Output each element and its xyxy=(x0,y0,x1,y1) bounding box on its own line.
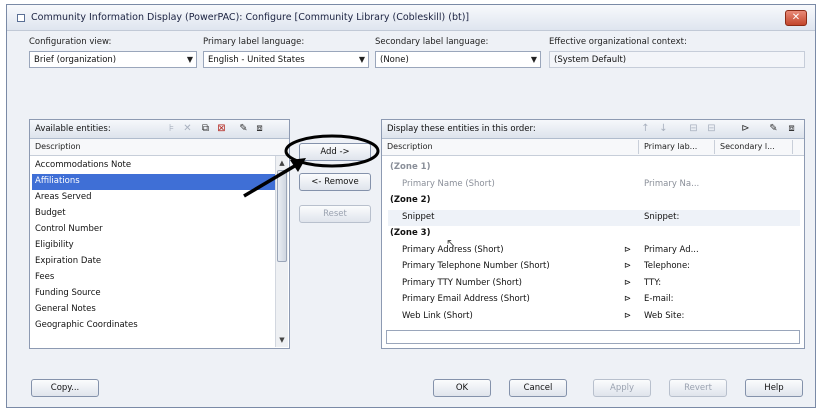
annotation-overlay xyxy=(243,134,380,198)
annotation-arrow-head xyxy=(290,158,306,172)
annotation-arrow-shaft xyxy=(243,162,299,198)
mouse-pointer-icon: ↖ xyxy=(446,236,457,250)
